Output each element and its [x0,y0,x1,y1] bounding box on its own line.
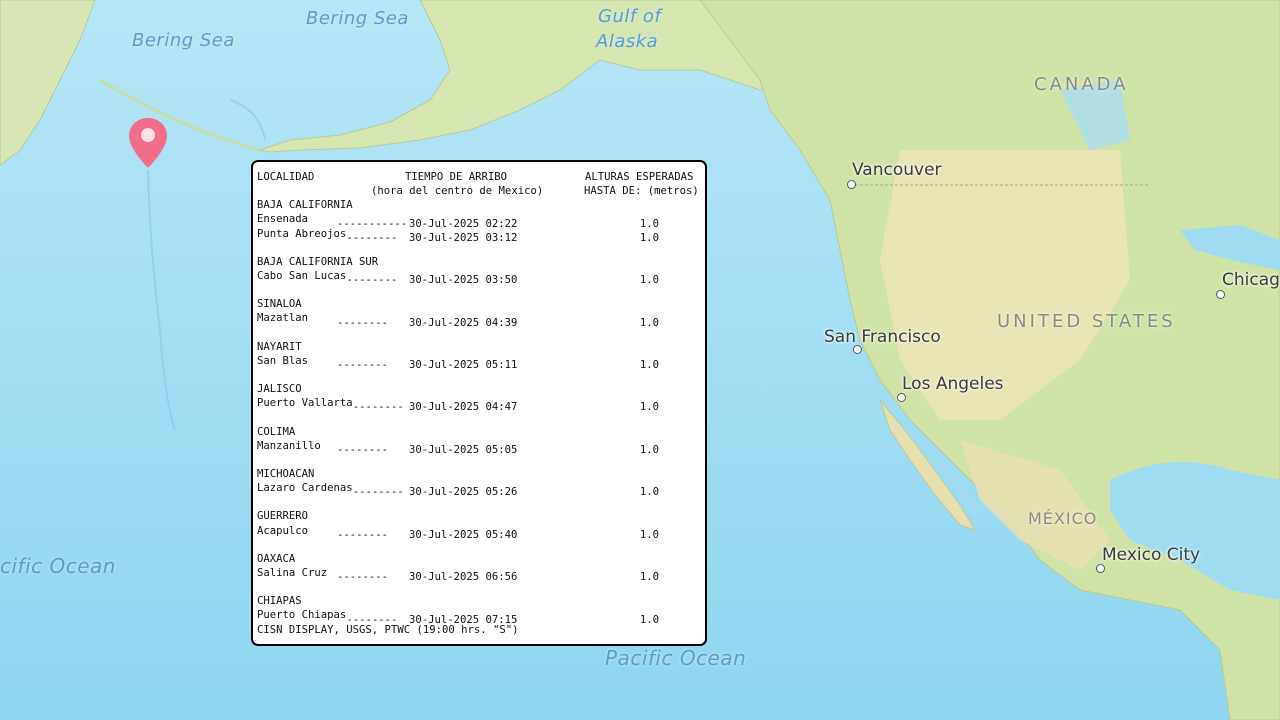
state-heading: COLIMA [257,425,296,438]
place-name: Mazatlan [257,312,309,325]
dash-separator: -------- [337,358,389,371]
gulf-of-alaska-label: Gulf of [598,6,662,27]
arrival-time: 30-Jul-2025 05:11 [409,358,518,371]
table-row: Acapulco -------- 30-Jul-2025 05:40 1.0 [257,524,701,541]
expected-height: 1.0 [639,274,659,287]
place-name: Cabo San Lucas [257,269,347,282]
table-row: Manzanillo -------- 30-Jul-2025 05:05 1.0 [257,439,701,456]
state-heading: NAYARIT [257,340,302,353]
header-alturas: ALTURAS ESPERADAS [585,171,694,183]
expected-height: 1.0 [639,316,659,329]
vancouver-label: Vancouver [852,160,942,180]
vancouver-dot [847,180,856,189]
los-angeles-dot [897,393,906,402]
place-name: Puerto Vallarta [257,397,353,410]
san-francisco-label: San Francisco [824,327,941,347]
header-hora-centro: (hora del centro de Mexico) [371,185,544,198]
place-name: Lazaro Cardenas [257,482,353,495]
mexico-label: MÉXICO [1028,509,1098,528]
place-name: Puerto Chiapas [257,609,347,622]
state-heading: MICHOACAN [257,467,315,480]
table-row: Puerto Chiapas-------- 30-Jul-2025 07:15 1… [257,608,701,625]
canada-label: CANADA [1034,74,1129,95]
bering-sea-label: Bering Sea [306,8,409,29]
mexico-city-label: Mexico City [1102,545,1201,565]
tsunami-arrival-table: LOCALIDAD TIEMPO DE ARRIBO ALTURAS ESPERAD… [251,160,707,646]
header-tiempo-arribo: TIEMPO DE ARRIBO [405,171,508,183]
dash-separator: -------- [352,401,404,414]
expected-height: 1.0 [639,486,659,499]
arrival-time: 30-Jul-2025 06:56 [409,571,518,584]
expected-height: 1.0 [639,613,659,626]
expected-height: 1.0 [639,571,659,584]
table-row: Mazatlan -------- 30-Jul-2025 04:39 1.0 [257,311,701,328]
expected-height: 1.0 [639,358,659,371]
expected-height: 1.0 [639,528,659,541]
state-heading: JALISCO [257,383,302,396]
table-header-row-2: (hora del centro de Mexico) HASTA DE: (me… [257,184,701,198]
state-heading: GUERRERO [257,510,309,523]
table-body: BAJA CALIFORNIA Ensenada ----------- 30-Jul… [257,198,701,625]
table-row: San Blas -------- 30-Jul-2025 05:11 1.0 [257,354,701,371]
arrival-time: 30-Jul-2025 05:40 [409,528,518,541]
place-name: Manzanillo [257,439,321,452]
expected-height: 1.0 [639,443,659,456]
united-states-label: UNITED STATES [997,311,1176,332]
expected-height: 1.0 [639,401,659,414]
state-heading: OAXACA [257,552,296,565]
mexico-city-dot [1096,564,1105,573]
table-row: Puerto Vallarta-------- 30-Jul-2025 04:47… [257,396,701,413]
pacific-ocean-label: Pacific Ocean [605,646,747,670]
state-heading: SINALOA [257,298,302,311]
arrival-time: 30-Jul-2025 04:39 [409,316,518,329]
san-francisco-dot [853,345,862,354]
place-name: Punta Abreojos [257,227,347,240]
arrival-time: 30-Jul-2025 03:50 [408,274,518,287]
chicago-label: Chicag [1222,270,1280,290]
place-name: San Blas [257,354,309,367]
arrival-time: 30-Jul-2025 05:26 [408,486,518,499]
header-hasta-metros: HASTA DE: (metros) [584,185,699,198]
place-name: Acapulco [257,524,309,537]
table-header-row-1: LOCALIDAD TIEMPO DE ARRIBO ALTURAS ESPERAD… [257,170,701,184]
dash-separator: -------- [337,316,389,329]
dash-separator: -------- [337,443,389,456]
dash-separator: -------- [352,486,404,499]
arrival-time: 30-Jul-2025 04:47 [408,401,518,414]
map-pin-icon[interactable] [126,116,170,170]
los-angeles-label: Los Angeles [902,374,1004,394]
arrival-time: 30-Jul-2025 05:05 [409,443,518,456]
state-heading: CHIAPAS [257,595,302,608]
place-name: Ensenada [257,213,309,226]
dash-separator: -------- [337,528,389,541]
arrival-time: 30-Jul-2025 03:12 [408,231,518,244]
place-name: Salina Cruz [257,566,328,579]
table-row: Lazaro Cardenas-------- 30-Jul-2025 05:26… [257,481,701,498]
state-heading: BAJA CALIFORNIA SUR [257,255,379,268]
gulf-of-alaska-label: Alaska [596,31,659,52]
table-row: Cabo San Lucas-------- 30-Jul-2025 03:50 1… [257,269,701,286]
bering-sea-label: Bering Sea [132,30,235,51]
state-heading: BAJA CALIFORNIA [257,199,353,212]
table-row: Salina Cruz -------- 30-Jul-2025 06:56 1.0 [257,566,701,583]
table-row: Punta Abreojos-------- 30-Jul-2025 03:12 1… [257,227,701,244]
dash-separator: -------- [346,274,398,287]
chicago-dot [1216,290,1225,299]
dash-separator: -------- [346,231,398,244]
table-row: Ensenada ----------- 30-Jul-2025 02:22 1.0 [257,212,701,229]
expected-height: 1.0 [639,231,659,244]
header-localidad: LOCALIDAD [257,171,315,183]
pacific-ocean-label: cific Ocean [0,554,116,578]
dash-separator: -------- [337,571,389,584]
